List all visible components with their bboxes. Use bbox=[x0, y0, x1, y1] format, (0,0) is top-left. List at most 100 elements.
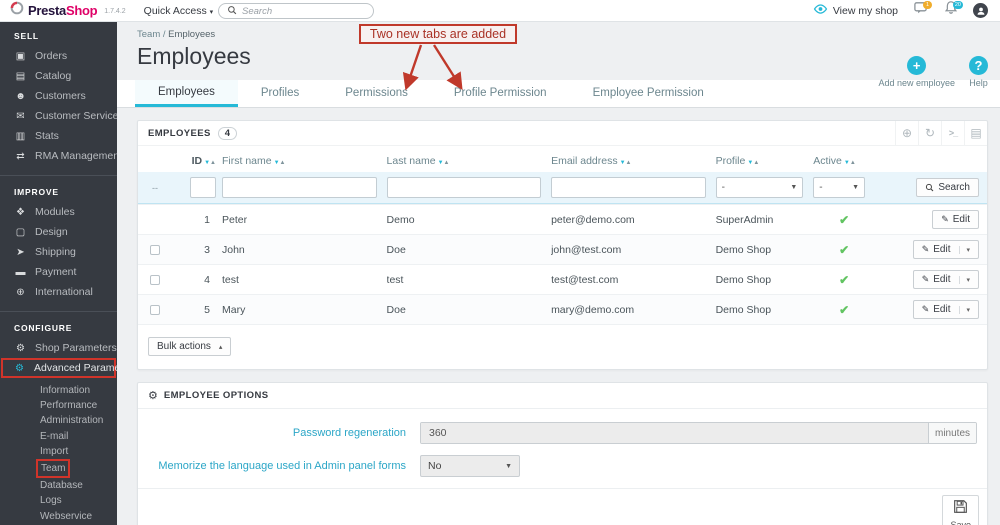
shop-parameters-icon: ⚙ bbox=[16, 342, 25, 354]
breadcrumb-parent[interactable]: Team bbox=[137, 29, 160, 40]
sidebar-section-improve: IMPROVE bbox=[14, 187, 59, 197]
active-check-icon[interactable]: ✔ bbox=[813, 243, 875, 257]
tab-permissions[interactable]: Permissions bbox=[322, 80, 431, 107]
bulk-actions-button[interactable]: Bulk actions ▴ bbox=[148, 337, 232, 356]
submenu-item-webservice[interactable]: Webservice bbox=[40, 509, 117, 524]
sort-asc-icon: ▲ bbox=[849, 160, 856, 166]
chevron-down-icon: ▾ bbox=[209, 8, 214, 16]
submenu-item-administration[interactable]: Administration bbox=[40, 413, 117, 428]
sidebar-section-configure: CONFIGURE bbox=[14, 323, 73, 333]
sidebar-item-catalog[interactable]: ▤ Catalog bbox=[0, 66, 117, 86]
edit-button[interactable]: ✎ Edit bbox=[932, 210, 979, 229]
row-checkbox[interactable] bbox=[150, 274, 160, 285]
row-checkbox[interactable] bbox=[150, 304, 160, 315]
tab-profiles[interactable]: Profiles bbox=[238, 80, 322, 107]
column-header-first-name[interactable]: First name ▼▲ bbox=[222, 155, 387, 167]
save-button[interactable]: Save bbox=[942, 495, 979, 525]
search-input[interactable]: Search bbox=[218, 3, 374, 19]
pencil-icon: ✎ bbox=[941, 214, 949, 224]
sidebar-item-customer-service[interactable]: ✉ Customer Service bbox=[0, 106, 117, 126]
sidebar-item-design[interactable]: ▢ Design bbox=[0, 222, 117, 242]
sidebar-item-rma-management[interactable]: ⇄ RMA Management bbox=[0, 146, 117, 166]
filter-first-name-input[interactable] bbox=[222, 177, 377, 198]
header-actions: + Add new employee ? Help bbox=[878, 56, 988, 88]
prestashop-logo[interactable]: Presta Shop 1.7.4.2 bbox=[0, 1, 126, 20]
edit-split-button[interactable]: ✎ Edit ▾ bbox=[912, 240, 979, 259]
filter-active-select[interactable]: - ▼ bbox=[813, 177, 865, 198]
sidebar-divider bbox=[0, 175, 117, 176]
row-checkbox[interactable] bbox=[150, 244, 160, 255]
column-header-id[interactable]: ID ▼▲ bbox=[172, 155, 222, 167]
submenu-item-database[interactable]: Database bbox=[40, 478, 117, 493]
sidebar-item-advanced-parameters[interactable]: ⚙ Advanced Parameters ∧ bbox=[1, 358, 117, 378]
submenu-item-information[interactable]: Information bbox=[40, 383, 117, 398]
employees-count-badge: 4 bbox=[217, 126, 238, 140]
page-title: Employees bbox=[137, 43, 251, 69]
table-header-row: ID ▼▲ First name ▼▲ Last name ▼▲ Email addr… bbox=[138, 146, 987, 172]
brand-presta: Presta bbox=[28, 3, 66, 18]
cell-first-name: test bbox=[222, 273, 239, 286]
filter-email-input[interactable] bbox=[551, 177, 706, 198]
chevron-down-icon[interactable]: ▾ bbox=[959, 245, 970, 254]
active-check-icon[interactable]: ✔ bbox=[813, 213, 875, 227]
chevron-down-icon[interactable]: ▾ bbox=[959, 275, 970, 284]
cell-last-name: Doe bbox=[386, 303, 406, 316]
column-header-profile[interactable]: Profile ▼▲ bbox=[716, 155, 814, 167]
column-header-email[interactable]: Email address ▼▲ bbox=[551, 155, 716, 167]
active-check-icon[interactable]: ✔ bbox=[813, 273, 875, 287]
submenu-item-import[interactable]: Import bbox=[40, 444, 117, 459]
employee-options-footer: Save bbox=[138, 488, 987, 525]
add-new-employee-button[interactable]: + Add new employee bbox=[878, 56, 955, 88]
sidebar-item-stats[interactable]: ▥ Stats bbox=[0, 126, 117, 146]
filter-id-input[interactable] bbox=[190, 177, 216, 198]
sidebar-item-orders[interactable]: ▣ Orders bbox=[0, 46, 117, 66]
submenu-item-team[interactable]: Team bbox=[36, 459, 117, 479]
profile-avatar[interactable] bbox=[973, 3, 988, 18]
password-regeneration-input[interactable]: 360 bbox=[421, 423, 928, 443]
employee-options-header: ⚙ EMPLOYEE OPTIONS bbox=[138, 383, 987, 409]
add-record-icon[interactable]: ⊕ bbox=[895, 121, 918, 145]
submenu-item-performance[interactable]: Performance bbox=[40, 398, 117, 413]
version-label: 1.7.4.2 bbox=[104, 8, 126, 15]
sql-query-icon[interactable]: >_ bbox=[941, 121, 964, 145]
refresh-icon[interactable]: ↻ bbox=[918, 121, 941, 145]
sidebar-item-shop-parameters[interactable]: ⚙ Shop Parameters bbox=[0, 338, 117, 358]
sidebar-item-payment[interactable]: ▬ Payment bbox=[0, 262, 117, 282]
notifications-button[interactable]: 20 bbox=[942, 0, 963, 19]
tab-profile-permission[interactable]: Profile Permission bbox=[431, 80, 570, 107]
top-bar: Presta Shop 1.7.4.2 Quick Access ▾ Search… bbox=[0, 0, 1000, 22]
active-check-icon[interactable]: ✔ bbox=[813, 303, 875, 317]
help-button[interactable]: ? Help bbox=[969, 56, 988, 88]
chevron-down-icon: ▼ bbox=[790, 184, 798, 191]
sidebar-item-international[interactable]: ⊕ International bbox=[0, 282, 117, 302]
payment-icon: ▬ bbox=[15, 266, 26, 278]
filter-profile-select[interactable]: - ▼ bbox=[715, 177, 804, 198]
stats-icon: ▥ bbox=[15, 130, 26, 142]
edit-split-button[interactable]: ✎ Edit ▾ bbox=[912, 300, 979, 319]
memorize-language-select[interactable]: No ▼ bbox=[420, 455, 520, 477]
export-icon[interactable]: ▤ bbox=[964, 121, 987, 145]
column-header-last-name[interactable]: Last name ▼▲ bbox=[387, 155, 552, 167]
tab-employee-permission[interactable]: Employee Permission bbox=[570, 80, 727, 107]
sidebar-item-customers[interactable]: ☻ Customers bbox=[0, 86, 117, 106]
column-header-active[interactable]: Active ▼▲ bbox=[813, 155, 875, 167]
messages-badge: 1 bbox=[923, 0, 932, 9]
filter-last-name-input[interactable] bbox=[386, 177, 542, 198]
chevron-down-icon[interactable]: ▾ bbox=[959, 305, 970, 314]
cell-profile: Demo Shop bbox=[715, 273, 772, 286]
sidebar-item-modules[interactable]: ❖ Modules bbox=[0, 202, 117, 222]
tab-employees[interactable]: Employees bbox=[135, 80, 238, 107]
cell-profile: SuperAdmin bbox=[715, 213, 774, 226]
cell-email: mary@demo.com bbox=[551, 303, 635, 316]
quick-access-dropdown[interactable]: Quick Access ▾ bbox=[144, 5, 213, 17]
submenu-item-logs[interactable]: Logs bbox=[40, 493, 117, 508]
sidebar-divider bbox=[0, 311, 117, 312]
edit-split-button[interactable]: ✎ Edit ▾ bbox=[912, 270, 979, 289]
view-my-shop-link[interactable]: View my shop bbox=[813, 4, 898, 17]
add-icon: + bbox=[907, 56, 927, 75]
search-button[interactable]: Search bbox=[916, 178, 979, 197]
employee-options-title: EMPLOYEE OPTIONS bbox=[163, 390, 269, 401]
submenu-item-email[interactable]: E-mail bbox=[40, 429, 117, 444]
sidebar-item-shipping[interactable]: ➤ Shipping bbox=[0, 242, 117, 262]
messages-button[interactable]: 1 bbox=[911, 0, 932, 19]
